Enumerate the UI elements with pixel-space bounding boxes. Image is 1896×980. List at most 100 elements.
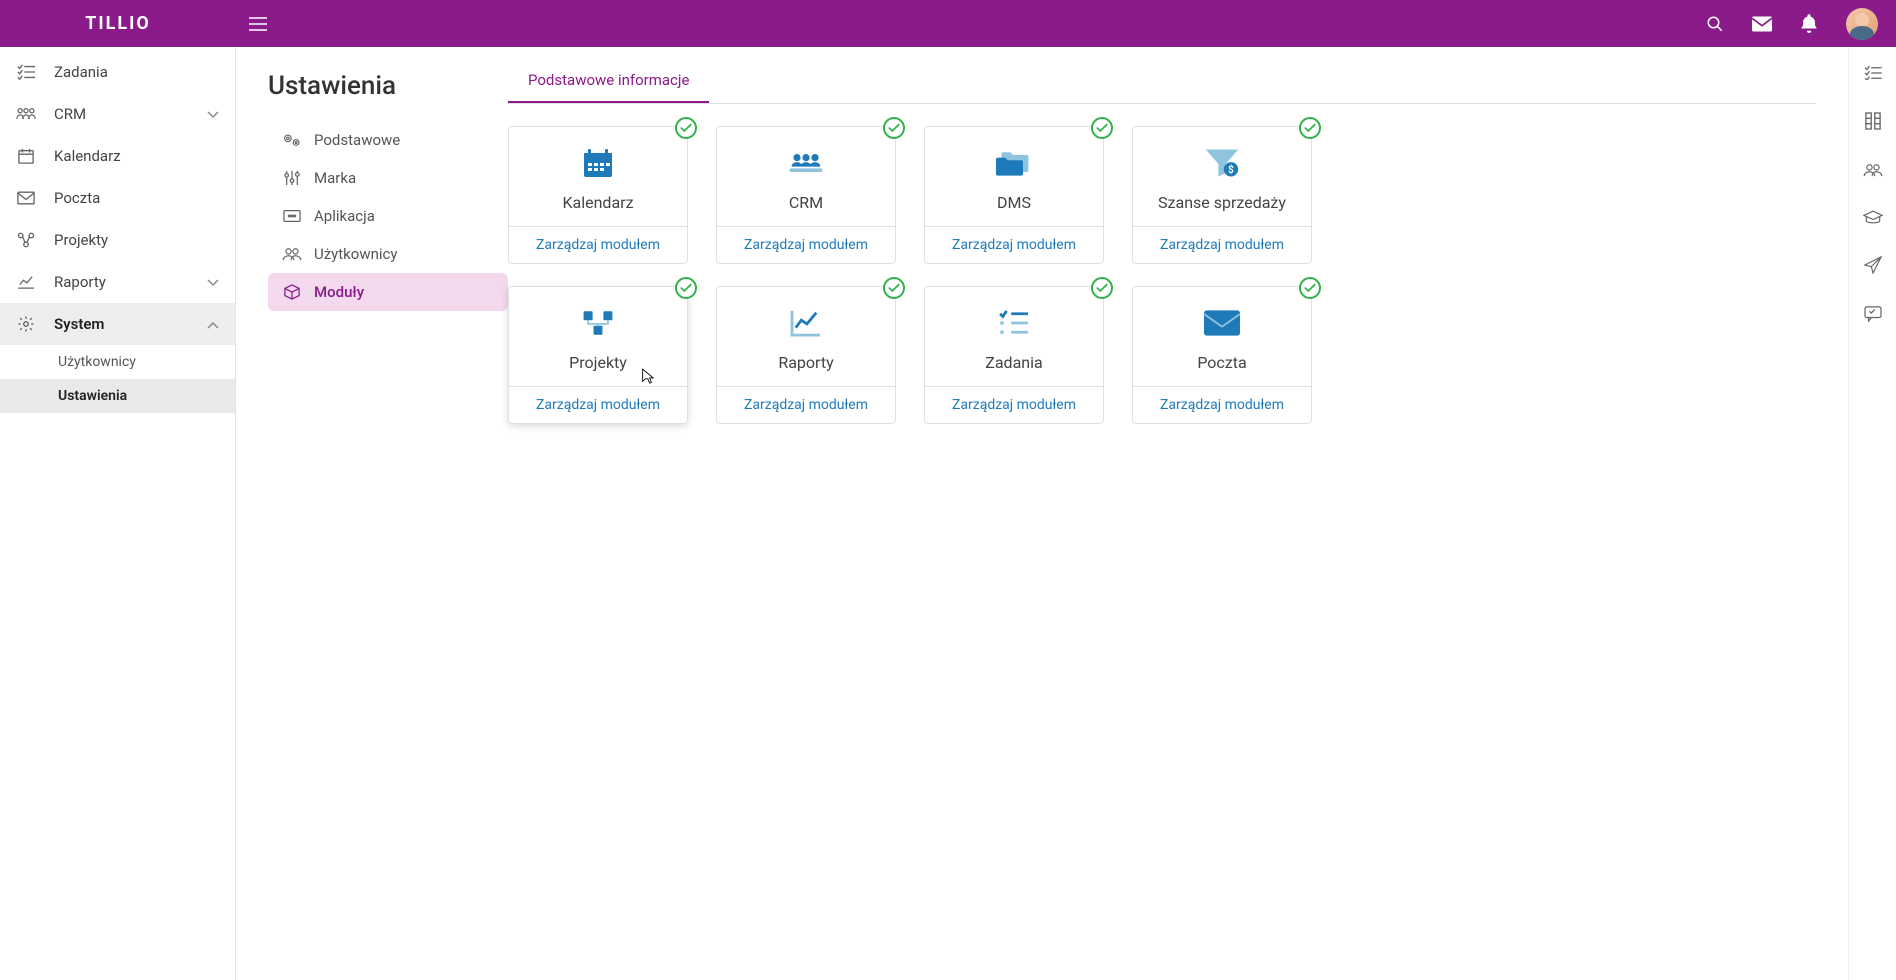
sidebar-label: Projekty: [54, 231, 108, 249]
cube-icon: [282, 284, 302, 300]
module-name: Projekty: [569, 353, 627, 372]
settings-nav-marka[interactable]: Marka: [268, 159, 508, 197]
calendar-icon: [582, 145, 614, 181]
manage-module-link[interactable]: Zarządzaj modułem: [1133, 386, 1311, 423]
module-name: Kalendarz: [562, 193, 633, 212]
topbar-actions: [1706, 8, 1896, 40]
settings-nav-aplikacja[interactable]: Aplikacja: [268, 197, 508, 235]
chart-line-icon: [16, 275, 36, 289]
sidebar-label: CRM: [54, 105, 86, 123]
notifications-button[interactable]: [1800, 14, 1818, 34]
module-name: DMS: [997, 193, 1031, 212]
network-icon: [16, 232, 36, 248]
funnel-icon: $: [1204, 145, 1240, 181]
sidebar-item-zadania[interactable]: Zadania: [0, 51, 235, 93]
app-icon: [282, 209, 302, 223]
settings-panel: Podstawowe informacje Kalendarz Zarządza…: [508, 71, 1816, 956]
manage-module-link[interactable]: Zarządzaj modułem: [1133, 226, 1311, 263]
envelope-icon: [16, 191, 36, 205]
right-send-button[interactable]: [1864, 256, 1882, 278]
module-card-raporty: Raporty Zarządzaj modułem: [716, 286, 896, 424]
project-icon: [580, 305, 616, 341]
module-card-szanse-sprzedazy: $ Szanse sprzedaży Zarządzaj modułem: [1132, 126, 1312, 264]
chevron-up-icon: [207, 315, 219, 333]
users-icon: [1863, 163, 1883, 177]
right-chat-button[interactable]: [1864, 306, 1882, 326]
folders-icon: [996, 145, 1032, 181]
module-name: Poczta: [1197, 353, 1246, 372]
enabled-check-icon: [1091, 277, 1113, 299]
sidebar-item-raporty[interactable]: Raporty: [0, 261, 235, 303]
hamburger-icon: [249, 17, 267, 31]
settings-nav-uzytkownicy[interactable]: Użytkownicy: [268, 235, 508, 273]
enabled-check-icon: [883, 117, 905, 139]
tab-podstawowe-informacje[interactable]: Podstawowe informacje: [508, 71, 709, 103]
sidebar-label: Zadania: [54, 63, 108, 81]
sidebar-subitem-ustawienia[interactable]: Ustawienia: [0, 379, 235, 413]
education-icon: [1863, 210, 1883, 224]
settings-nav-label: Marka: [314, 169, 356, 187]
settings-nav: Ustawienia Podstawowe Marka Aplikacja: [268, 71, 508, 956]
enabled-check-icon: [1299, 117, 1321, 139]
paper-plane-icon: [1864, 256, 1882, 274]
right-users-button[interactable]: [1863, 162, 1883, 181]
module-card-poczta: Poczta Zarządzaj modułem: [1132, 286, 1312, 424]
sidebar-item-system[interactable]: System: [0, 303, 235, 345]
checklist-icon: [16, 64, 36, 80]
menu-toggle-button[interactable]: [236, 17, 280, 31]
people-icon: [16, 107, 36, 121]
right-sidebar: [1848, 47, 1896, 980]
manage-module-link[interactable]: Zarządzaj modułem: [509, 226, 687, 263]
checklist-icon: [1864, 66, 1882, 80]
module-name: CRM: [789, 193, 823, 212]
module-card-dms: DMS Zarządzaj modułem: [924, 126, 1104, 264]
brand-logo[interactable]: TILLIO: [0, 13, 236, 34]
sidebar-item-poczta[interactable]: Poczta: [0, 177, 235, 219]
manage-module-link[interactable]: Zarządzaj modułem: [717, 226, 895, 263]
bell-icon: [1800, 14, 1818, 34]
module-card-zadania: Zadania Zarządzaj modułem: [924, 286, 1104, 424]
enabled-check-icon: [675, 117, 697, 139]
chevron-down-icon: [207, 273, 219, 291]
users-icon: [282, 247, 302, 261]
module-name: Szanse sprzedaży: [1158, 193, 1286, 212]
settings-nav-moduly[interactable]: Moduły: [268, 273, 508, 311]
chart-icon: [790, 305, 822, 341]
manage-module-link[interactable]: Zarządzaj modułem: [509, 386, 687, 423]
sidebar-label: Poczta: [54, 189, 100, 207]
enabled-check-icon: [1091, 117, 1113, 139]
tabbar: Podstawowe informacje: [508, 71, 1816, 104]
tasks-icon: [998, 305, 1030, 341]
module-card-kalendarz: Kalendarz Zarządzaj modułem: [508, 126, 688, 264]
chevron-down-icon: [207, 105, 219, 123]
right-boards-button[interactable]: [1865, 112, 1881, 134]
settings-nav-podstawowe[interactable]: Podstawowe: [268, 121, 508, 159]
manage-module-link[interactable]: Zarządzaj modułem: [925, 386, 1103, 423]
user-avatar[interactable]: [1846, 8, 1878, 40]
mail-icon: [1204, 305, 1240, 341]
gear-icon: [16, 315, 36, 333]
boards-icon: [1865, 112, 1881, 130]
sidebar: Zadania CRM Kalendarz Poczta Projekty Ra…: [0, 47, 236, 980]
right-education-button[interactable]: [1863, 209, 1883, 228]
settings-nav-label: Użytkownicy: [314, 245, 397, 263]
sliders-icon: [282, 170, 302, 186]
sidebar-label: System: [54, 315, 104, 333]
sidebar-item-projekty[interactable]: Projekty: [0, 219, 235, 261]
sidebar-label: Kalendarz: [54, 147, 121, 165]
manage-module-link[interactable]: Zarządzaj modułem: [925, 226, 1103, 263]
sidebar-item-crm[interactable]: CRM: [0, 93, 235, 135]
sidebar-subitem-uzytkownicy[interactable]: Użytkownicy: [0, 345, 235, 379]
right-checklist-button[interactable]: [1864, 65, 1882, 84]
module-name: Raporty: [778, 353, 833, 372]
search-button[interactable]: [1706, 15, 1724, 33]
topbar: TILLIO: [0, 0, 1896, 47]
enabled-check-icon: [675, 277, 697, 299]
mail-button[interactable]: [1752, 16, 1772, 32]
svg-text:$: $: [1228, 165, 1234, 176]
search-icon: [1706, 15, 1724, 33]
sidebar-item-kalendarz[interactable]: Kalendarz: [0, 135, 235, 177]
settings-nav-label: Podstawowe: [314, 131, 400, 149]
manage-module-link[interactable]: Zarządzaj modułem: [717, 386, 895, 423]
mail-icon: [1752, 16, 1772, 32]
